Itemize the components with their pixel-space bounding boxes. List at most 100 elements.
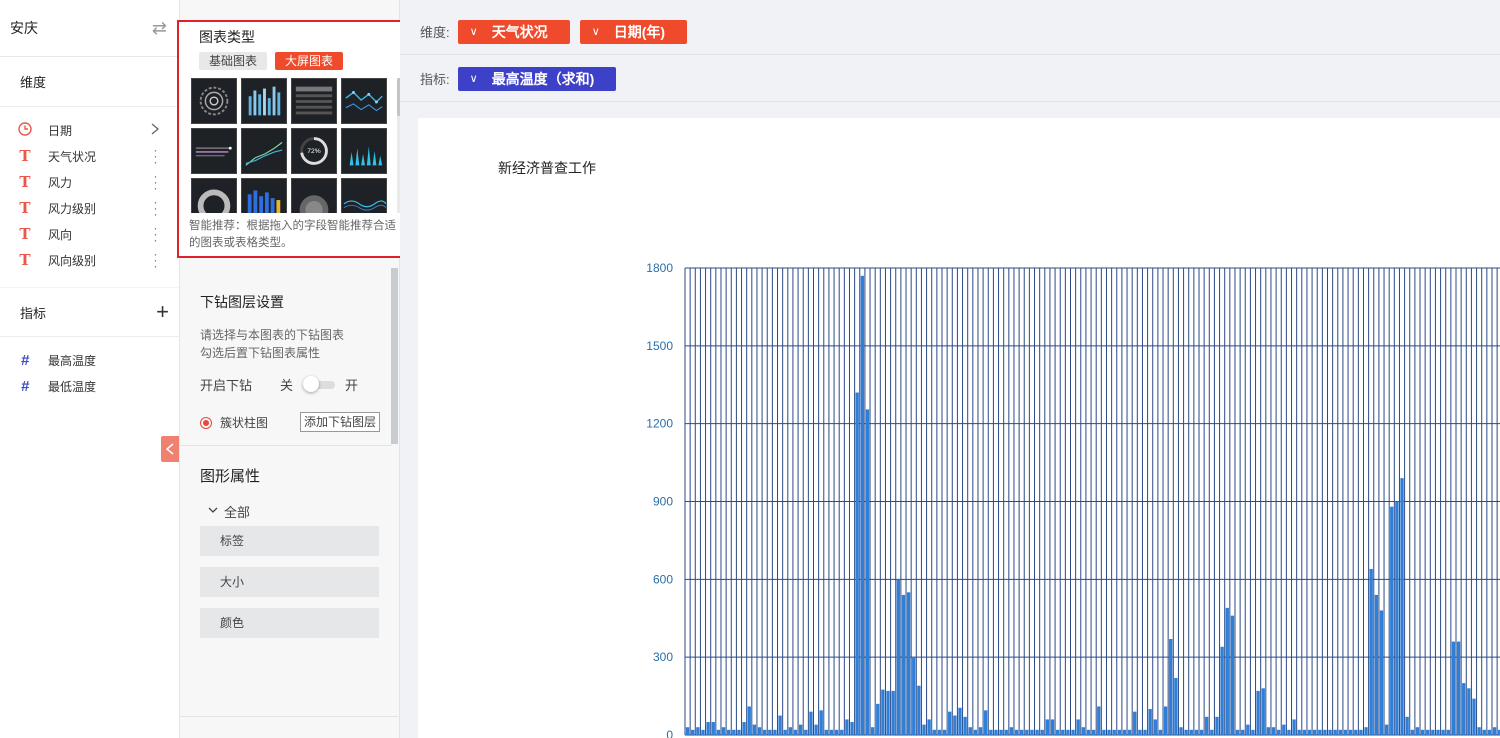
- chart-thumb-gauge[interactable]: 72%: [291, 128, 337, 174]
- more-vertical-icon[interactable]: · · ·: [151, 144, 159, 168]
- dimension-field-wind-direction[interactable]: T 风向 · · ·: [0, 221, 179, 247]
- bar[interactable]: [1076, 719, 1080, 735]
- tab-basic-charts[interactable]: 基础图表: [199, 52, 268, 70]
- chevron-right-icon[interactable]: [151, 123, 160, 138]
- bar[interactable]: [1205, 716, 1209, 735]
- bar[interactable]: [1441, 729, 1445, 735]
- bar[interactable]: [1328, 729, 1332, 735]
- bar[interactable]: [1091, 729, 1096, 735]
- bar[interactable]: [1323, 729, 1327, 735]
- bar[interactable]: [1061, 729, 1065, 735]
- bar[interactable]: [1143, 729, 1147, 735]
- bar[interactable]: [783, 729, 787, 735]
- bar[interactable]: [1277, 729, 1281, 735]
- drill-toggle-switch[interactable]: [303, 375, 336, 392]
- bar[interactable]: [855, 392, 859, 735]
- bar[interactable]: [1271, 727, 1276, 735]
- bar[interactable]: [1055, 729, 1060, 735]
- bar[interactable]: [942, 729, 947, 735]
- bar[interactable]: [978, 727, 983, 735]
- bar[interactable]: [1426, 729, 1430, 735]
- bar[interactable]: [1066, 729, 1070, 735]
- bar[interactable]: [901, 594, 906, 735]
- bar[interactable]: [1086, 729, 1091, 735]
- bar[interactable]: [1492, 727, 1497, 735]
- bar[interactable]: [912, 657, 916, 735]
- bar[interactable]: [994, 729, 998, 735]
- add-measure-icon[interactable]: +: [156, 301, 169, 323]
- bar[interactable]: [906, 592, 911, 735]
- dimension-pill-weather[interactable]: ∨ 天气状况: [457, 19, 570, 44]
- bar[interactable]: [1127, 729, 1132, 735]
- bar[interactable]: [1020, 729, 1024, 735]
- bar[interactable]: [1410, 729, 1414, 735]
- bar[interactable]: [685, 727, 690, 735]
- bar[interactable]: [1122, 729, 1127, 735]
- bar[interactable]: [819, 710, 823, 735]
- bar[interactable]: [1400, 478, 1404, 735]
- bar[interactable]: [1390, 506, 1394, 735]
- tab-big-screen-charts[interactable]: 大屏图表: [275, 52, 344, 70]
- bar[interactable]: [824, 729, 829, 735]
- property-size-slot[interactable]: 大小: [200, 567, 379, 597]
- bar[interactable]: [834, 729, 839, 735]
- bar[interactable]: [881, 689, 885, 735]
- bar[interactable]: [958, 707, 962, 735]
- bar[interactable]: [1292, 719, 1296, 735]
- bar[interactable]: [1241, 729, 1245, 735]
- bar[interactable]: [860, 275, 864, 735]
- bar[interactable]: [1138, 729, 1142, 735]
- bar[interactable]: [896, 579, 900, 735]
- bar[interactable]: [1487, 729, 1492, 735]
- bar[interactable]: [1102, 729, 1106, 735]
- bar[interactable]: [1174, 677, 1178, 735]
- bar[interactable]: [701, 729, 705, 735]
- bar[interactable]: [870, 727, 875, 735]
- bar[interactable]: [691, 729, 695, 735]
- bar[interactable]: [1343, 729, 1348, 735]
- bar[interactable]: [1225, 607, 1229, 735]
- bar[interactable]: [1456, 641, 1461, 735]
- bar[interactable]: [737, 729, 741, 735]
- bar[interactable]: [886, 690, 890, 735]
- bar[interactable]: [840, 729, 844, 735]
- chart-thumb-donut[interactable]: [191, 178, 237, 213]
- dimension-field-date[interactable]: 日期: [0, 117, 179, 143]
- bar[interactable]: [1081, 727, 1086, 735]
- bar[interactable]: [922, 724, 926, 735]
- chart-thumb-sphere[interactable]: [291, 178, 337, 213]
- chart-thumb-bar-gradient[interactable]: [241, 178, 287, 213]
- measure-field-max-temp[interactable]: # 最高温度: [0, 347, 179, 373]
- bar[interactable]: [1199, 729, 1204, 735]
- bar[interactable]: [876, 703, 880, 735]
- bar[interactable]: [1179, 727, 1183, 735]
- bar[interactable]: [1431, 729, 1435, 735]
- drill-layer-item[interactable]: 簇状柱图: [200, 414, 268, 431]
- bar[interactable]: [768, 729, 772, 735]
- bar[interactable]: [1312, 729, 1317, 735]
- graphic-properties-all[interactable]: 全部: [208, 502, 250, 521]
- bar[interactable]: [963, 716, 967, 735]
- radio-selected-icon[interactable]: [200, 416, 212, 429]
- more-vertical-icon[interactable]: · · ·: [151, 222, 159, 246]
- bar[interactable]: [1297, 729, 1301, 735]
- dimension-pill-year[interactable]: ∨ 日期(年): [579, 19, 688, 44]
- bar[interactable]: [1158, 729, 1163, 735]
- chart-thumb-area-line[interactable]: [241, 128, 287, 174]
- bar[interactable]: [732, 729, 736, 735]
- bar[interactable]: [1256, 690, 1260, 735]
- bar[interactable]: [1415, 727, 1420, 735]
- dimension-field-wind-direction-level[interactable]: T 风向级别 · · ·: [0, 247, 179, 273]
- bar[interactable]: [1384, 724, 1389, 735]
- bar[interactable]: [1220, 646, 1224, 735]
- bar[interactable]: [1004, 729, 1008, 735]
- bar[interactable]: [1107, 729, 1111, 735]
- bar[interactable]: [1348, 729, 1353, 735]
- bar[interactable]: [804, 729, 808, 735]
- bar[interactable]: [1153, 719, 1157, 735]
- bar[interactable]: [1030, 729, 1034, 735]
- bar[interactable]: [1071, 729, 1075, 735]
- bar[interactable]: [1446, 729, 1450, 735]
- bar[interactable]: [788, 727, 793, 735]
- bar[interactable]: [1194, 729, 1199, 735]
